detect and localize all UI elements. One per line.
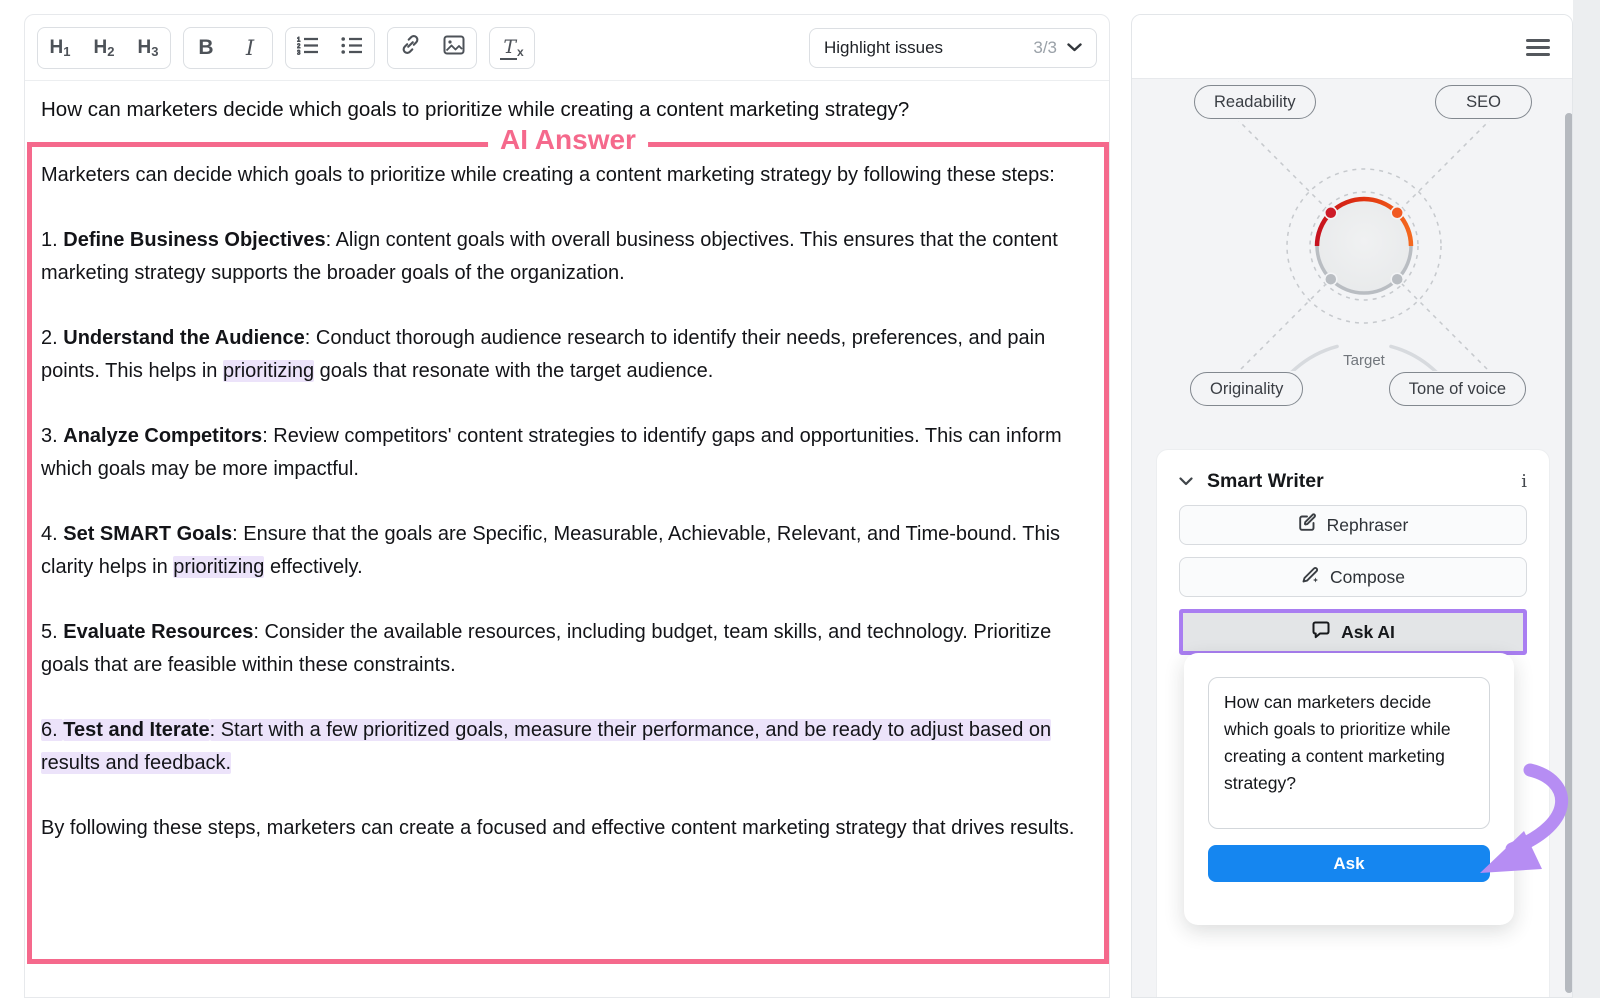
- answer-paragraph: 1. Define Business Objectives: Align con…: [41, 224, 1078, 290]
- chevron-down-icon: [1057, 39, 1082, 57]
- question-title[interactable]: How can marketers decide which goals to …: [25, 81, 1109, 122]
- speech-bubble-icon: [1311, 620, 1331, 644]
- ask-button[interactable]: Ask: [1208, 845, 1490, 882]
- insert-group: [387, 27, 477, 69]
- highlight-issues-dropdown[interactable]: Highlight issues 3/3: [809, 28, 1097, 68]
- h1-button[interactable]: H1: [38, 28, 82, 68]
- answer-paragraph: 3. Analyze Competitors: Review competito…: [41, 420, 1078, 486]
- pill-seo[interactable]: SEO: [1435, 85, 1532, 119]
- clear-format-button[interactable]: Tx: [490, 28, 534, 68]
- format-group: B I: [183, 27, 273, 69]
- italic-icon: I: [246, 36, 254, 60]
- assistant-panel-header: [1132, 15, 1572, 79]
- answer-paragraph: 5. Evaluate Resources: Consider the avai…: [41, 616, 1078, 682]
- clear-formatting-icon: T: [500, 36, 517, 60]
- rephraser-button[interactable]: Rephraser: [1179, 505, 1527, 545]
- rephraser-label: Rephraser: [1327, 515, 1409, 536]
- ordered-list-icon: 1 2 3: [297, 35, 319, 61]
- image-button[interactable]: [432, 28, 476, 68]
- ai-answer-body[interactable]: Marketers can decide which goals to prio…: [32, 147, 1104, 845]
- editor-card: H1 H2 H3 B I 1 2 3: [24, 14, 1110, 998]
- h2-label: H: [94, 37, 108, 59]
- h2-sub: 2: [107, 44, 114, 59]
- ask-ai-label: Ask AI: [1341, 622, 1395, 643]
- svg-text:1: 1: [297, 37, 301, 43]
- score-gauge: [1214, 121, 1514, 371]
- highlight-issues-label: Highlight issues: [824, 38, 943, 58]
- highlight-issues-count: 3/3: [1033, 38, 1057, 58]
- ai-answer-annotation-label: AI Answer: [488, 124, 648, 156]
- h1-sub: 1: [63, 44, 70, 59]
- link-icon: [400, 34, 421, 61]
- svg-text:3: 3: [297, 50, 301, 55]
- gauge-target-label: Target: [1292, 352, 1436, 369]
- pencil-square-icon: [1298, 513, 1317, 537]
- bold-icon: B: [198, 36, 213, 60]
- h3-button[interactable]: H3: [126, 28, 170, 68]
- pill-tone-of-voice[interactable]: Tone of voice: [1389, 372, 1526, 406]
- curved-arrow-annotation: [1450, 755, 1580, 885]
- h1-label: H: [50, 37, 64, 59]
- ordered-list-button[interactable]: 1 2 3: [286, 28, 330, 68]
- answer-paragraph: 2. Understand the Audience: Conduct thor…: [41, 322, 1078, 388]
- h2-button[interactable]: H2: [82, 28, 126, 68]
- ask-ai-highlight-outline: Ask AI: [1179, 609, 1527, 655]
- italic-button[interactable]: I: [228, 28, 272, 68]
- info-icon[interactable]: i: [1521, 471, 1527, 492]
- menu-icon[interactable]: [1526, 39, 1550, 56]
- pen-sparkle-icon: [1301, 565, 1320, 589]
- answer-paragraph: By following these steps, marketers can …: [41, 812, 1078, 845]
- pill-readability[interactable]: Readability: [1194, 85, 1316, 119]
- chevron-down-icon[interactable]: [1179, 473, 1193, 491]
- compose-button[interactable]: Compose: [1179, 557, 1527, 597]
- clear-formatting-sub: x: [517, 45, 524, 59]
- bold-button[interactable]: B: [184, 28, 228, 68]
- list-group: 1 2 3: [285, 27, 375, 69]
- clear-format-group: Tx: [489, 27, 535, 69]
- pill-originality[interactable]: Originality: [1190, 372, 1303, 406]
- smart-writer-title: Smart Writer: [1207, 470, 1324, 493]
- heading-group: H1 H2 H3: [37, 27, 171, 69]
- smart-writer-header: Smart Writer i: [1179, 470, 1527, 493]
- editor-toolbar: H1 H2 H3 B I 1 2 3: [25, 15, 1109, 81]
- bullet-list-icon: [341, 35, 363, 61]
- h3-label: H: [138, 37, 152, 59]
- ask-ai-button[interactable]: Ask AI: [1183, 613, 1523, 651]
- compose-label: Compose: [1330, 567, 1405, 588]
- answer-paragraph: 6. Test and Iterate: Start with a few pr…: [41, 714, 1078, 780]
- ai-answer-box: AI Answer Marketers can decide which goa…: [27, 142, 1109, 964]
- h3-sub: 3: [151, 44, 158, 59]
- link-button[interactable]: [388, 28, 432, 68]
- svg-text:2: 2: [297, 44, 301, 50]
- bullet-list-button[interactable]: [330, 28, 374, 68]
- answer-paragraph: 4. Set SMART Goals: Ensure that the goal…: [41, 518, 1078, 584]
- answer-paragraph: Marketers can decide which goals to prio…: [41, 159, 1078, 192]
- ask-question-input[interactable]: How can marketers decide which goals to …: [1208, 677, 1490, 829]
- image-icon: [443, 35, 465, 61]
